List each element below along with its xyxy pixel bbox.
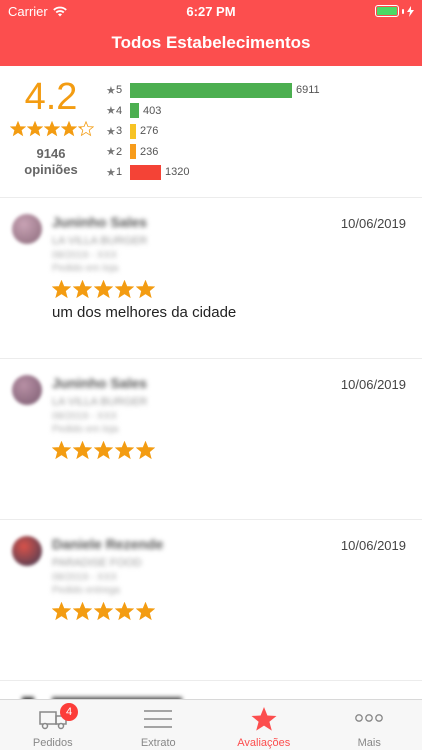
charging-icon xyxy=(407,5,414,17)
distribution-row: ★ 3 276 xyxy=(106,123,158,139)
star-icon: ★ xyxy=(106,125,116,138)
reviewer-name: Juninho Sales xyxy=(52,375,147,391)
distribution-star-label: 4 xyxy=(116,104,123,117)
tab-label: Mais xyxy=(357,737,381,749)
distribution-bar xyxy=(130,82,292,98)
tab-label: Avaliações xyxy=(237,737,291,749)
distribution-row: ★ 4 403 xyxy=(106,103,161,119)
review-meta: 08/2019 - XXX xyxy=(52,411,118,422)
avatar xyxy=(12,536,42,566)
review-meta: 08/2019 - XXX xyxy=(52,572,118,583)
distribution-row: ★ 1 1320 xyxy=(106,164,189,180)
distribution-star-label: 3 xyxy=(116,125,123,137)
star-icon xyxy=(115,602,134,621)
star-icon xyxy=(52,602,71,621)
page-title: Todos Estabelecimentos xyxy=(111,33,311,52)
distribution-count: 1320 xyxy=(165,166,190,178)
star-icon xyxy=(115,280,134,299)
tab-avaliacoes[interactable]: Avaliações xyxy=(211,700,317,750)
distribution-bar xyxy=(130,144,136,159)
tab-extrato[interactable]: Extrato xyxy=(106,700,212,750)
distribution-bar xyxy=(130,164,161,180)
store-name: PARADISE FOOD xyxy=(52,557,142,569)
distribution-count: 236 xyxy=(140,145,159,158)
distribution-row: ★ 5 6911 xyxy=(106,82,320,98)
review-card[interactable]: Daniele Rezende PARADISE FOOD 08/2019 - XX… xyxy=(0,520,422,681)
tab-mais[interactable]: Mais xyxy=(317,700,422,750)
review-card[interactable]: Juninho Sales LA VILLA BURGER 08/2019 - XX… xyxy=(0,359,422,520)
clock: 6:27 PM xyxy=(186,4,236,19)
avatar xyxy=(12,375,42,405)
star-icon xyxy=(10,121,26,137)
battery-icon xyxy=(375,5,414,17)
tab-label: Pedidos xyxy=(32,737,73,749)
store-name: LA VILLA BURGER xyxy=(52,396,148,408)
review-date: 10/06/2019 xyxy=(340,377,406,392)
total-reviews: 9146 opiniões xyxy=(0,146,102,178)
star-icon xyxy=(73,441,92,460)
star-icon xyxy=(52,441,71,460)
distribution-count: 6911 xyxy=(296,84,320,96)
tab-label: Extrato xyxy=(140,737,176,749)
total-label: opiniões xyxy=(24,162,78,177)
star-icon xyxy=(44,121,60,137)
distribution-bar xyxy=(130,123,136,139)
review-stars xyxy=(52,602,155,621)
more-icon xyxy=(355,714,384,722)
star-icon xyxy=(61,121,77,137)
star-icon xyxy=(94,280,113,299)
status-bar: Carrier 6:27 PM xyxy=(0,0,422,22)
star-icon: ★ xyxy=(106,105,116,117)
star-icon: ★ xyxy=(106,166,116,179)
tab-pedidos[interactable]: 4 Pedidos xyxy=(0,700,106,750)
reviewer-name: Juninho Sales xyxy=(52,214,147,230)
star-icon xyxy=(94,441,113,460)
review-meta: Pedido em loja xyxy=(52,263,119,274)
distribution-count: 403 xyxy=(143,104,162,117)
star-icon xyxy=(94,602,113,621)
app: Carrier 6:27 PM Todos Estabelecimentos 4… xyxy=(0,0,422,750)
review-comment: um dos melhores da cidade xyxy=(52,304,237,321)
star-icon: ★ xyxy=(106,146,116,158)
review-meta: Pedido em loja xyxy=(52,424,119,435)
reviewer-name: Daniele Rezende xyxy=(52,536,164,552)
distribution-star-label: 2 xyxy=(116,145,123,158)
star-icon xyxy=(136,280,155,299)
avatar xyxy=(12,214,42,244)
tab-bar: 4 Pedidos Extrato Avaliações Mais xyxy=(0,699,422,750)
star-icon xyxy=(73,602,92,621)
total-count: 9146 xyxy=(36,146,66,161)
star-icon xyxy=(136,441,155,460)
star-icon xyxy=(73,280,92,299)
distribution-star-label: 1 xyxy=(116,166,123,178)
review-date: 10/06/2019 xyxy=(340,216,406,231)
star-icon xyxy=(27,121,43,137)
distribution-row: ★ 2 236 xyxy=(106,144,158,160)
star-icon xyxy=(78,121,94,137)
review-date: 10/06/2019 xyxy=(340,538,406,553)
average-stars xyxy=(10,121,94,137)
review-stars xyxy=(52,280,155,299)
review-meta: 08/2019 - XXX xyxy=(52,250,118,261)
star-icon xyxy=(52,280,71,299)
review-card[interactable]: Juninho Sales LA VILLA BURGER 08/2019 - XX… xyxy=(0,198,422,359)
store-name: LA VILLA BURGER xyxy=(52,235,148,247)
star-icon xyxy=(251,707,277,731)
distribution-bar xyxy=(130,103,139,118)
list-icon xyxy=(144,710,173,728)
average-rating: 4.2 xyxy=(24,76,78,118)
distribution-star-label: 5 xyxy=(116,84,123,96)
star-icon: ★ xyxy=(106,84,116,97)
rating-summary: 4.2 9146 opiniões ★ 5 6911 ★ 4 403 ★ 3 276 ★ 2 236 ★… xyxy=(0,66,422,198)
distribution-count: 276 xyxy=(140,125,159,137)
header: Carrier 6:27 PM Todos Estabelecimentos xyxy=(0,0,422,66)
notification-badge: 4 xyxy=(60,703,78,721)
review-meta: Pedido entrega xyxy=(52,585,120,596)
review-stars xyxy=(52,441,155,460)
star-icon xyxy=(136,602,155,621)
star-icon xyxy=(115,441,134,460)
